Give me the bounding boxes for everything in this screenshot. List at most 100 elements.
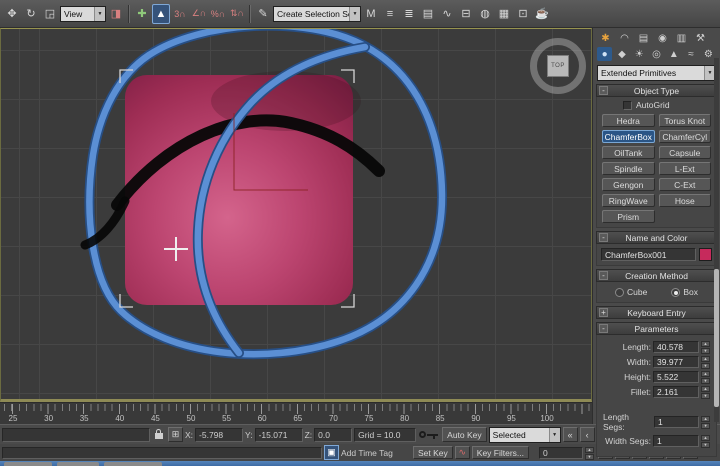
named-selection-combo[interactable]: Create Selection Se ▼ bbox=[273, 6, 361, 22]
subtab-shapes[interactable]: ◆ bbox=[614, 47, 629, 61]
reference-coordinate-dropdown[interactable]: View ▼ bbox=[60, 6, 106, 22]
prompt-field[interactable] bbox=[2, 428, 150, 442]
object-type-ringwave[interactable]: RingWave bbox=[602, 194, 655, 207]
subtab-spacewarps[interactable]: ≈ bbox=[683, 47, 698, 61]
viewcube-top-face[interactable]: TOP bbox=[547, 55, 569, 77]
subtab-cameras[interactable]: ◎ bbox=[649, 47, 664, 61]
snap-toggle-3d-icon[interactable]: 3∩ bbox=[171, 4, 189, 24]
selected-dropdown[interactable]: Selected ▼ bbox=[489, 427, 561, 443]
object-type-capsule[interactable]: Capsule bbox=[659, 146, 712, 159]
autogrid-checkbox[interactable] bbox=[623, 101, 632, 110]
auto-key-button[interactable]: Auto Key bbox=[442, 427, 487, 442]
spinner-snap-icon[interactable]: ⇅∩ bbox=[228, 4, 246, 24]
category-dropdown[interactable]: Extended Primitives ▼ bbox=[597, 65, 716, 81]
rollout-name-and-color[interactable]: - Name and Color bbox=[596, 231, 717, 244]
rollout-toggle-icon[interactable]: - bbox=[599, 271, 608, 280]
tab-hierarchy[interactable]: ▤ bbox=[635, 31, 652, 45]
x-coord-field[interactable]: -5.798 bbox=[195, 428, 243, 442]
selection-lock-icon[interactable] bbox=[152, 427, 166, 442]
panel-scrollbar[interactable] bbox=[714, 58, 719, 422]
previous-frame-button[interactable]: ‹ bbox=[580, 427, 595, 442]
tab-motion[interactable]: ◉ bbox=[654, 31, 671, 45]
render-setup-icon[interactable]: ▦ bbox=[495, 4, 513, 24]
angle-snap-icon[interactable]: ∠∩ bbox=[190, 4, 208, 24]
material-editor-icon[interactable]: ◍ bbox=[476, 4, 494, 24]
object-type-spindle[interactable]: Spindle bbox=[602, 162, 655, 175]
timeline-ruler[interactable]: 253035404550556065707580859095100 bbox=[0, 402, 592, 424]
rollout-object-type[interactable]: - Object Type bbox=[596, 84, 717, 97]
set-key-button[interactable]: Set Key bbox=[413, 446, 453, 459]
frame-spinner[interactable]: ▲▼ bbox=[585, 447, 594, 459]
schematic-view-icon[interactable]: ⊟ bbox=[457, 4, 475, 24]
use-pivot-point-icon[interactable]: ◨ bbox=[107, 4, 125, 24]
spinner-control[interactable]: ▲▼ bbox=[701, 356, 710, 368]
parameter-field[interactable]: 1 bbox=[653, 435, 699, 447]
object-type-l-ext[interactable]: L-Ext bbox=[659, 162, 712, 175]
y-coord-field[interactable]: -15.071 bbox=[255, 428, 303, 442]
tab-utilities[interactable]: ⚒ bbox=[692, 31, 709, 45]
parameter-field[interactable]: 40.578 bbox=[653, 341, 699, 353]
object-type-hose[interactable]: Hose bbox=[659, 194, 712, 207]
tab-modify[interactable]: ◠ bbox=[616, 31, 633, 45]
spinner-control[interactable]: ▲▼ bbox=[701, 416, 710, 428]
tab-create[interactable]: ✱ bbox=[597, 31, 614, 45]
mirror-icon[interactable]: M bbox=[362, 4, 380, 24]
goto-start-button[interactable]: « bbox=[563, 427, 578, 442]
status-panel-toggle-button[interactable]: ▣ bbox=[324, 445, 339, 460]
spinner-control[interactable]: ▲▼ bbox=[701, 371, 710, 383]
rollout-keyboard-entry[interactable]: + Keyboard Entry bbox=[596, 306, 717, 319]
move-gizmo-icon[interactable]: ✚ bbox=[133, 4, 151, 24]
spinner-control[interactable]: ▲▼ bbox=[701, 435, 710, 447]
render-production-icon[interactable]: ☕ bbox=[533, 4, 551, 24]
object-name-field[interactable]: ChamferBox001 bbox=[601, 248, 696, 261]
z-coord-field[interactable]: 0.0 bbox=[314, 428, 352, 442]
object-type-gengon[interactable]: Gengon bbox=[602, 178, 655, 191]
layer-manager-icon[interactable]: ≣ bbox=[400, 4, 418, 24]
viewport-top[interactable]: TOP bbox=[0, 28, 592, 402]
rollout-toggle-icon[interactable]: - bbox=[599, 324, 608, 333]
object-type-chamferbox[interactable]: ChamferBox bbox=[602, 130, 655, 143]
object-type-prism[interactable]: Prism bbox=[602, 210, 655, 223]
rollout-parameters[interactable]: - Parameters bbox=[596, 322, 717, 335]
subtab-geometry[interactable]: ● bbox=[597, 47, 612, 61]
rollout-toggle-icon[interactable]: + bbox=[599, 308, 608, 317]
object-color-swatch[interactable] bbox=[699, 248, 712, 261]
new-key-filter-icon[interactable]: ∿ bbox=[455, 446, 470, 459]
object-type-hedra[interactable]: Hedra bbox=[602, 114, 655, 127]
scrollbar-thumb[interactable] bbox=[714, 269, 719, 407]
rollout-toggle-icon[interactable]: - bbox=[599, 233, 608, 242]
parameter-field[interactable]: 1 bbox=[654, 416, 699, 428]
spinner-control[interactable]: ▲▼ bbox=[701, 341, 710, 353]
timeline-label: 85 bbox=[432, 414, 448, 423]
rollout-toggle-icon[interactable]: - bbox=[599, 86, 608, 95]
object-type-torus-knot[interactable]: Torus Knot bbox=[659, 114, 712, 127]
key-filters-button[interactable]: Key Filters... bbox=[472, 446, 529, 459]
object-type-chamfercyl[interactable]: ChamferCyl bbox=[659, 130, 712, 143]
align-icon[interactable]: ≡ bbox=[381, 4, 399, 24]
object-type-oiltank[interactable]: OilTank bbox=[602, 146, 655, 159]
parameter-field[interactable]: 5.522 bbox=[653, 371, 699, 383]
select-and-rotate-icon[interactable]: ↻ bbox=[22, 4, 40, 24]
scene-explorer-icon[interactable]: ▤ bbox=[419, 4, 437, 24]
subtab-lights[interactable]: ☀ bbox=[632, 47, 647, 61]
creation-method-cube[interactable]: Cube bbox=[615, 287, 647, 297]
rollout-creation-method[interactable]: - Creation Method bbox=[596, 269, 717, 282]
select-and-manipulate-icon[interactable]: ▲ bbox=[152, 4, 170, 24]
tab-display[interactable]: ▥ bbox=[673, 31, 690, 45]
object-type-c-ext[interactable]: C-Ext bbox=[659, 178, 712, 191]
absolute-mode-icon[interactable]: ⊞ bbox=[168, 427, 183, 442]
percent-snap-icon[interactable]: %∩ bbox=[209, 4, 227, 24]
creation-method-box[interactable]: Box bbox=[671, 287, 698, 297]
parameter-field[interactable]: 2.161 bbox=[653, 386, 699, 398]
parameter-field[interactable]: 39.977 bbox=[653, 356, 699, 368]
current-frame-field[interactable]: 0 bbox=[539, 447, 583, 459]
edit-named-selection-sets-icon[interactable]: ✎ bbox=[254, 4, 272, 24]
spinner-control[interactable]: ▲▼ bbox=[701, 386, 710, 398]
select-and-move-icon[interactable]: ✥ bbox=[3, 4, 21, 24]
subtab-helpers[interactable]: ▲ bbox=[666, 47, 681, 61]
curve-editor-icon[interactable]: ∿ bbox=[438, 4, 456, 24]
rendered-frame-icon[interactable]: ⊡ bbox=[514, 4, 532, 24]
select-and-scale-icon[interactable]: ◲ bbox=[41, 4, 59, 24]
add-time-tag[interactable]: Add Time Tag bbox=[341, 448, 411, 458]
viewcube[interactable]: TOP bbox=[530, 38, 586, 94]
